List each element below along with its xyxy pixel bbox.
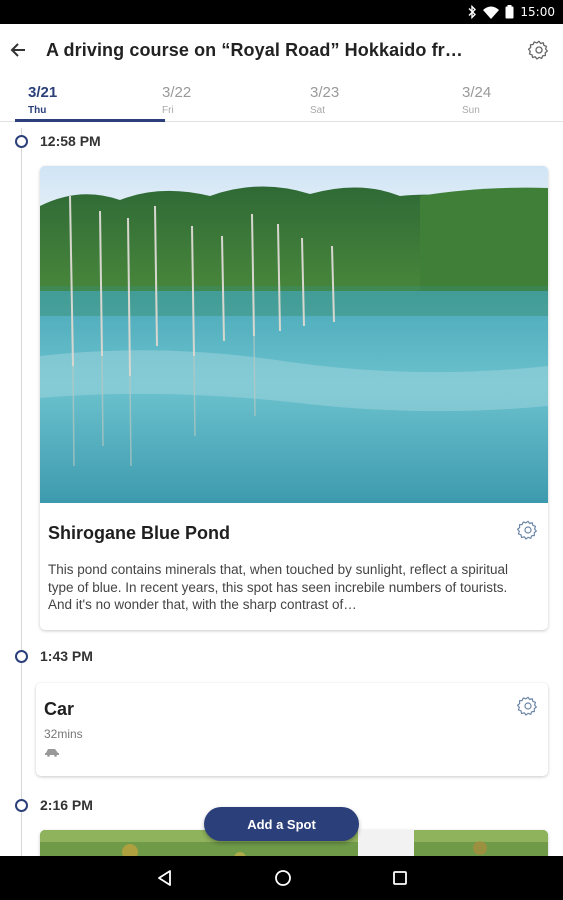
tab-weekday: Fri	[162, 105, 174, 116]
gear-icon	[528, 40, 548, 60]
spot-description-wrap: This pond contains minerals that, when t…	[48, 561, 534, 614]
transport-title: Car	[44, 699, 75, 719]
back-button[interactable]	[0, 24, 46, 76]
spot-description: This pond contains minerals that, when t…	[48, 562, 509, 612]
tab-day-1[interactable]: 3/21 Thu	[0, 76, 165, 122]
transport-duration: 32mins	[44, 727, 83, 741]
timeline-dot	[15, 134, 28, 148]
car-icon	[45, 749, 59, 757]
time-label: 2:16 PM	[40, 797, 93, 813]
recents-square-icon[interactable]	[392, 870, 408, 886]
gear-icon[interactable]	[517, 519, 539, 541]
tab-day-3[interactable]: 3/23 Sat	[300, 76, 450, 121]
spot-photo	[40, 166, 548, 503]
timeline-dot	[15, 649, 28, 663]
arrow-back-icon	[10, 43, 25, 57]
tab-date: 3/21	[28, 84, 58, 101]
spot-card[interactable]: Shirogane Blue Pond This pond contains m…	[40, 166, 548, 630]
spot-title: Shirogane Blue Pond	[48, 523, 231, 543]
tab-weekday: Sat	[310, 105, 326, 116]
transport-card[interactable]: Car 32mins	[36, 683, 548, 776]
home-circle-icon[interactable]	[274, 869, 292, 887]
navigation-bar	[0, 856, 563, 900]
status-time: 15:00	[520, 5, 555, 19]
status-bar: 15:00	[0, 0, 563, 24]
timeline-line	[21, 128, 22, 868]
back-triangle-icon[interactable]	[156, 869, 174, 887]
time-label: 1:43 PM	[40, 648, 93, 664]
battery-icon	[505, 5, 514, 19]
tab-day-4[interactable]: 3/24 Sun	[450, 76, 563, 121]
tab-date: 3/23	[310, 84, 340, 101]
timeline-dot	[15, 798, 28, 812]
tab-day-2[interactable]: 3/22 Fri	[150, 76, 300, 121]
settings-button[interactable]	[525, 36, 553, 64]
tab-date: 3/22	[162, 84, 192, 101]
timeline-time-row: 2:16 PM	[15, 797, 93, 813]
tab-weekday: Thu	[28, 105, 47, 116]
day-tabs: 3/21 Thu 3/22 Fri 3/23 Sat 3/24 Sun	[0, 76, 563, 122]
gear-icon[interactable]	[517, 695, 539, 717]
add-spot-button[interactable]: Add a Spot	[204, 807, 359, 841]
wifi-icon	[483, 6, 500, 19]
timeline-time-row: 1:43 PM	[15, 648, 93, 664]
time-label: 12:58 PM	[40, 133, 101, 149]
app-bar: A driving course on “Royal Road” Hokkaid…	[0, 24, 563, 76]
tab-date: 3/24	[462, 84, 492, 101]
bluetooth-icon	[468, 5, 477, 19]
page-title: A driving course on “Royal Road” Hokkaid…	[46, 39, 466, 60]
timeline-time-row: 12:58 PM	[15, 133, 101, 149]
screen: 15:00 A driving course on “Royal Road” H…	[0, 0, 563, 900]
tab-weekday: Sun	[462, 105, 480, 116]
